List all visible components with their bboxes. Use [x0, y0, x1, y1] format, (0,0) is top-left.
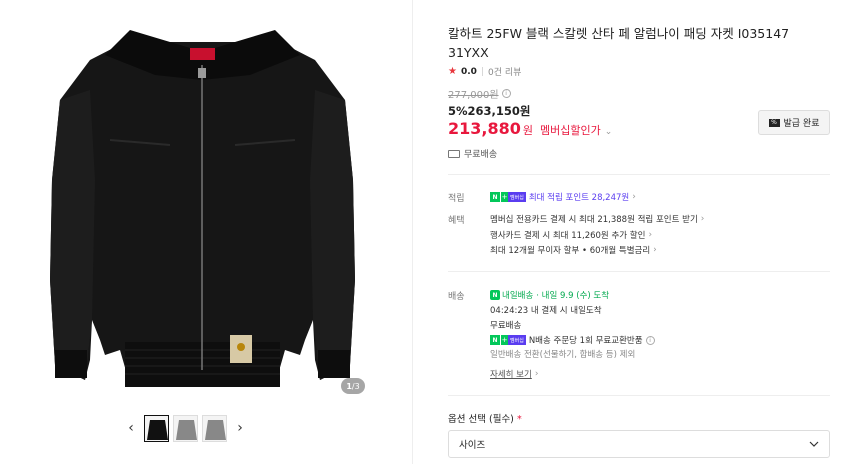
thumbnail-strip: ‹ ›: [122, 414, 249, 442]
size-select[interactable]: 사이즈: [448, 430, 830, 458]
chevron-left-icon[interactable]: ‹: [122, 414, 140, 442]
image-counter-total: /3: [351, 381, 360, 391]
arrival-date: · 내일 9.9 (수) 도착: [536, 291, 610, 301]
divider: [448, 395, 830, 396]
product-title: 칼하트 25FW 블랙 스칼렛 산타 페 알럼나이 패딩 자켓 I035147 …: [448, 26, 790, 60]
shipping-text: 무료배송: [464, 150, 498, 160]
sale-price: 213,880: [448, 119, 521, 138]
naver-plus-badge: N + 멤버십: [490, 192, 526, 202]
discount-price: 5%263,150원: [448, 104, 531, 118]
sale-currency: 원: [522, 124, 533, 137]
member-sale-row: 213,880 원 멤버십할인가 ⌄: [448, 119, 612, 138]
separator: |: [480, 66, 484, 77]
points-row[interactable]: N + 멤버십 최대 적립 포인트 28,247원 ›: [490, 191, 636, 203]
divider: [448, 174, 830, 175]
thumbnail-3[interactable]: [202, 414, 227, 442]
exchange-text: N배송 주문당 1회 무료교환반품: [528, 336, 643, 346]
benefit-line-3[interactable]: 최대 12개월 무이자 할부 • 60개월 특별금리 ›: [490, 244, 657, 256]
chevron-right-icon: ›: [700, 214, 705, 224]
benefits-label: 혜택: [448, 216, 465, 226]
chevron-right-icon[interactable]: ›: [231, 414, 249, 442]
points-text: 최대 적립 포인트 28,247원: [528, 193, 630, 203]
image-counter: 1/3: [341, 378, 365, 394]
delivery-label: 배송: [448, 292, 465, 302]
delivery-more-link[interactable]: 자세히 보기 ›: [490, 368, 538, 380]
chevron-down-icon[interactable]: ⌄: [605, 127, 613, 137]
chevron-right-icon: ›: [632, 192, 636, 202]
info-icon[interactable]: i: [645, 335, 655, 345]
size-select-value: 사이즈: [459, 440, 486, 451]
product-main-image[interactable]: [30, 20, 375, 400]
benefit-line-1[interactable]: 멤버십 전용카드 결제 시 최대 21,388원 적립 포인트 받기 ›: [490, 213, 704, 225]
points-label: 적립: [448, 194, 465, 204]
review-count: 0건 리뷰: [487, 68, 522, 78]
exchange-row: N + 멤버십 N배송 주문당 1회 무료교환반품 i: [490, 334, 655, 346]
option-label: 옵션 선택 (필수) *: [448, 414, 522, 425]
thumbnail-1[interactable]: [144, 414, 169, 442]
today-delivery-badge: N 내일배송: [490, 289, 533, 301]
chevron-right-icon: ›: [648, 230, 653, 240]
panel-divider: [412, 0, 413, 464]
truck-icon: [448, 149, 460, 158]
required-mark: *: [516, 414, 522, 425]
product-gallery: 1/3 ‹ ›: [0, 0, 412, 464]
coupon-issued-button[interactable]: % 발급 완료: [758, 110, 830, 135]
info-icon[interactable]: i: [501, 89, 511, 98]
divider: [448, 271, 830, 272]
member-price-label[interactable]: 멤버십할인가: [540, 122, 601, 138]
naver-plus-badge: N + 멤버십: [490, 335, 526, 345]
coupon-button-label: 발급 완료: [783, 119, 820, 129]
excluded-text: 일반배송 전환(선물하기, 합배송 등) 제외: [490, 350, 636, 360]
chevron-down-icon: [809, 441, 819, 447]
original-price-row: 277,000원 i: [448, 86, 511, 101]
coupon-icon: %: [768, 118, 780, 127]
benefit-line-2[interactable]: 행사카드 결제 시 최대 11,260원 추가 할인 ›: [490, 229, 652, 241]
original-price: 277,000원: [448, 90, 499, 101]
shipping-row: 무료배송: [448, 147, 497, 160]
rating-row[interactable]: ★ 0.0 | 0건 리뷰: [448, 65, 521, 78]
delivery-today-row: N 내일배송 · 내일 9.9 (수) 도착: [490, 289, 609, 301]
star-icon: ★: [448, 66, 457, 77]
chevron-right-icon: ›: [653, 245, 657, 255]
chevron-right-icon: ›: [534, 369, 539, 379]
rating-score: 0.0: [460, 66, 477, 77]
free-shipping-text: 무료배송: [490, 321, 522, 331]
cutoff-text: 04:24:23 내 결제 시 내일도착: [490, 306, 602, 316]
thumbnail-2[interactable]: [173, 414, 198, 442]
